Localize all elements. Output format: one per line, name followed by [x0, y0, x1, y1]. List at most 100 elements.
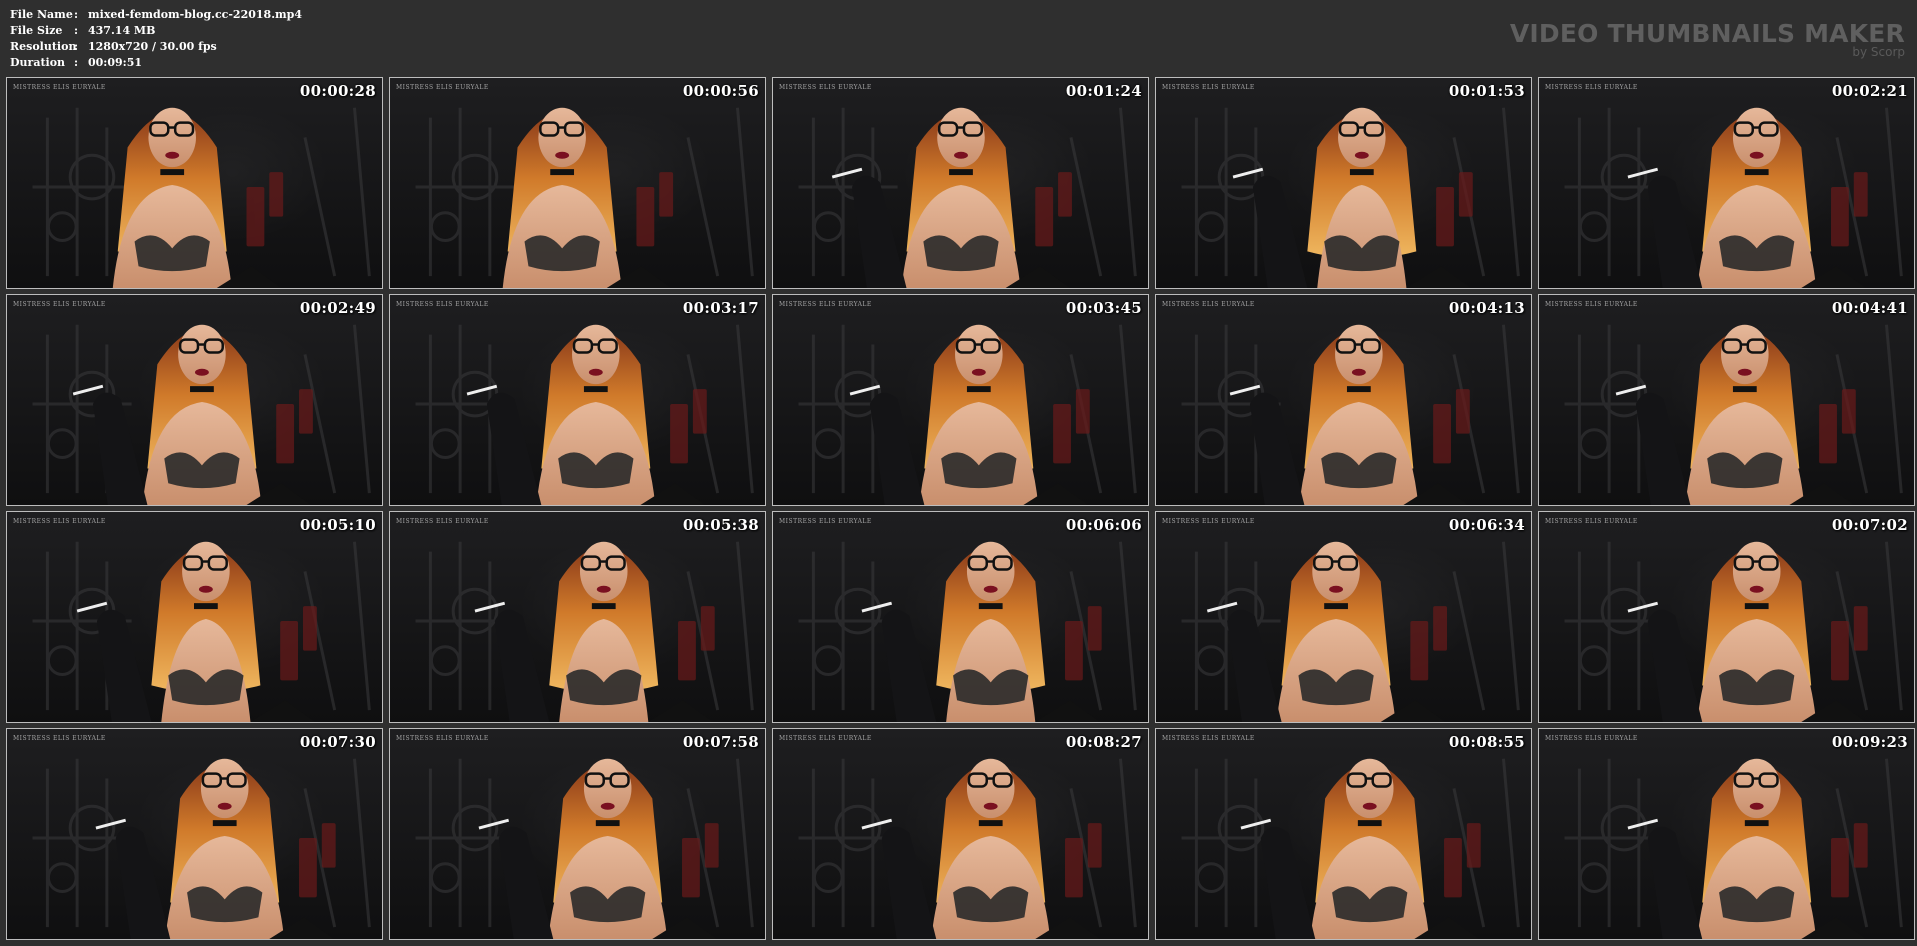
thumbnail-timestamp: 00:00:28: [299, 82, 376, 100]
file-info-panel: File Name : mixed-femdom-blog.cc-22018.m…: [10, 7, 302, 71]
thumbnail-frame-image: [798, 107, 1137, 288]
separator: :: [74, 24, 79, 37]
video-thumbnail: MISTRESS ELIS EURYALE 00:06:34: [1155, 511, 1532, 723]
file-size-label: File Size: [10, 24, 63, 37]
thumbnail-timestamp: 00:06:34: [1448, 516, 1525, 534]
watermark: MISTRESS ELIS EURYALE: [1545, 518, 1638, 525]
video-thumbnail: MISTRESS ELIS EURYALE 00:02:21: [1538, 77, 1915, 289]
file-name-row: File Name : mixed-femdom-blog.cc-22018.m…: [10, 7, 302, 23]
video-thumbnail: MISTRESS ELIS EURYALE 00:07:30: [6, 728, 383, 940]
watermark: MISTRESS ELIS EURYALE: [779, 84, 872, 91]
brand-logo: VIDEO THUMBNAILS MAKER by Scorp: [1509, 19, 1905, 59]
watermark: MISTRESS ELIS EURYALE: [396, 735, 489, 742]
watermark: MISTRESS ELIS EURYALE: [779, 735, 872, 742]
watermark: MISTRESS ELIS EURYALE: [1162, 735, 1255, 742]
thumbnail-frame-image: [415, 107, 754, 288]
video-thumbnail: MISTRESS ELIS EURYALE 00:05:10: [6, 511, 383, 723]
thumbnail-frame-image: [415, 541, 754, 722]
thumbnail-timestamp: 00:01:24: [1065, 82, 1142, 100]
thumbnail-frame-image: [1181, 758, 1520, 939]
video-thumbnail: MISTRESS ELIS EURYALE 00:08:55: [1155, 728, 1532, 940]
separator: :: [74, 56, 79, 69]
watermark: MISTRESS ELIS EURYALE: [1545, 84, 1638, 91]
video-thumbnail: MISTRESS ELIS EURYALE 00:04:41: [1538, 294, 1915, 506]
duration-value: 00:09:51: [88, 56, 143, 69]
watermark: MISTRESS ELIS EURYALE: [1545, 735, 1638, 742]
thumbnail-frame-image: [32, 107, 371, 288]
watermark: MISTRESS ELIS EURYALE: [1162, 84, 1255, 91]
file-name-label: File Name: [10, 8, 73, 21]
resolution-label: Resolution: [10, 40, 77, 53]
thumbnail-timestamp: 00:05:10: [299, 516, 376, 534]
thumbnail-frame-image: [798, 541, 1137, 722]
watermark: MISTRESS ELIS EURYALE: [396, 84, 489, 91]
thumbnail-timestamp: 00:02:49: [299, 299, 376, 317]
thumbnail-timestamp: 00:07:02: [1831, 516, 1908, 534]
separator: :: [74, 8, 79, 21]
thumbnail-timestamp: 00:05:38: [682, 516, 759, 534]
thumbnail-frame-image: [32, 541, 371, 722]
watermark: MISTRESS ELIS EURYALE: [13, 518, 106, 525]
thumbnail-timestamp: 00:07:58: [682, 733, 759, 751]
separator: :: [74, 40, 79, 53]
watermark: MISTRESS ELIS EURYALE: [396, 301, 489, 308]
resolution-value: 1280x720 / 30.00 fps: [88, 40, 217, 53]
video-thumbnail: MISTRESS ELIS EURYALE 00:01:53: [1155, 77, 1532, 289]
duration-label: Duration: [10, 56, 66, 69]
watermark: MISTRESS ELIS EURYALE: [779, 301, 872, 308]
thumbnail-frame-image: [1181, 324, 1520, 505]
video-thumbnail: MISTRESS ELIS EURYALE 00:07:02: [1538, 511, 1915, 723]
video-thumbnail: MISTRESS ELIS EURYALE 00:03:17: [389, 294, 766, 506]
watermark: MISTRESS ELIS EURYALE: [396, 518, 489, 525]
thumbnail-timestamp: 00:04:41: [1831, 299, 1908, 317]
video-thumbnail: MISTRESS ELIS EURYALE 00:06:06: [772, 511, 1149, 723]
thumbnail-timestamp: 00:06:06: [1065, 516, 1142, 534]
watermark: MISTRESS ELIS EURYALE: [1162, 518, 1255, 525]
file-name-value: mixed-femdom-blog.cc-22018.mp4: [88, 8, 303, 21]
thumbnail-frame-image: [32, 758, 371, 939]
video-thumbnail: MISTRESS ELIS EURYALE 00:03:45: [772, 294, 1149, 506]
duration-row: Duration : 00:09:51: [10, 55, 302, 71]
thumbnail-timestamp: 00:09:23: [1831, 733, 1908, 751]
thumbnail-frame-image: [798, 758, 1137, 939]
thumbnail-timestamp: 00:08:55: [1448, 733, 1525, 751]
thumbnail-timestamp: 00:00:56: [682, 82, 759, 100]
watermark: MISTRESS ELIS EURYALE: [1162, 301, 1255, 308]
video-thumbnail: MISTRESS ELIS EURYALE 00:02:49: [6, 294, 383, 506]
watermark: MISTRESS ELIS EURYALE: [13, 301, 106, 308]
thumbnail-timestamp: 00:03:45: [1065, 299, 1142, 317]
thumbnail-timestamp: 00:04:13: [1448, 299, 1525, 317]
video-thumbnail: MISTRESS ELIS EURYALE 00:00:28: [6, 77, 383, 289]
thumbnail-timestamp: 00:08:27: [1065, 733, 1142, 751]
thumbnail-timestamp: 00:03:17: [682, 299, 759, 317]
brand-title: VIDEO THUMBNAILS MAKER: [1509, 19, 1905, 48]
thumbnail-timestamp: 00:07:30: [299, 733, 376, 751]
thumbnail-timestamp: 00:02:21: [1831, 82, 1908, 100]
watermark: MISTRESS ELIS EURYALE: [779, 518, 872, 525]
video-thumbnail: MISTRESS ELIS EURYALE 00:00:56: [389, 77, 766, 289]
thumbnail-timestamp: 00:01:53: [1448, 82, 1525, 100]
video-thumbnail: MISTRESS ELIS EURYALE 00:01:24: [772, 77, 1149, 289]
file-size-row: File Size : 437.14 MB: [10, 23, 302, 39]
thumbnail-frame-image: [415, 758, 754, 939]
video-thumbnail: MISTRESS ELIS EURYALE 00:05:38: [389, 511, 766, 723]
watermark: MISTRESS ELIS EURYALE: [13, 735, 106, 742]
video-thumbnail: MISTRESS ELIS EURYALE 00:07:58: [389, 728, 766, 940]
resolution-row: Resolution : 1280x720 / 30.00 fps: [10, 39, 302, 55]
thumbnail-frame-image: [798, 324, 1137, 505]
video-thumbnail: MISTRESS ELIS EURYALE 00:09:23: [1538, 728, 1915, 940]
thumbnail-frame-image: [1564, 758, 1903, 939]
watermark: MISTRESS ELIS EURYALE: [1545, 301, 1638, 308]
watermark: MISTRESS ELIS EURYALE: [13, 84, 106, 91]
video-thumbnail: MISTRESS ELIS EURYALE 00:04:13: [1155, 294, 1532, 506]
file-size-value: 437.14 MB: [88, 24, 156, 37]
thumbnail-frame-image: [32, 324, 371, 505]
thumbnail-frame-image: [1564, 107, 1903, 288]
thumbnail-frame-image: [1564, 324, 1903, 505]
thumbnail-frame-image: [1181, 541, 1520, 722]
thumbnail-frame-image: [1564, 541, 1903, 722]
thumbnail-frame-image: [1181, 107, 1520, 288]
thumbnail-grid: MISTRESS ELIS EURYALE 00:00:28 MISTRESS …: [6, 77, 1915, 940]
thumbnail-frame-image: [415, 324, 754, 505]
video-thumbnail: MISTRESS ELIS EURYALE 00:08:27: [772, 728, 1149, 940]
